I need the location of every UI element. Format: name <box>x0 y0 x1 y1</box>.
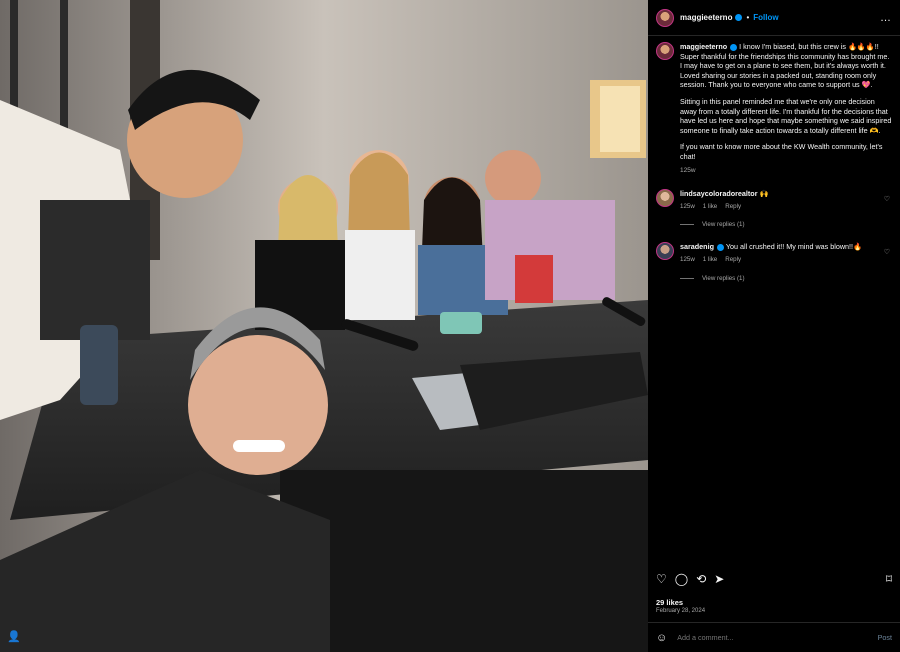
like-icon[interactable]: ♡ <box>656 572 667 586</box>
post-caption: maggieeterno I know I'm biased, but this… <box>656 42 892 175</box>
comment-text: You all crushed it!! My mind was blown!!… <box>723 242 862 252</box>
verified-badge-icon <box>716 243 724 251</box>
comments-section[interactable]: maggieeterno I know I'm biased, but this… <box>648 36 900 576</box>
commenter-avatar[interactable] <box>656 189 674 208</box>
more-options-icon[interactable]: … <box>880 12 892 24</box>
comment-likes[interactable]: 1 like <box>703 202 717 212</box>
caption-author-avatar[interactable] <box>656 42 674 60</box>
selfie-image <box>0 0 648 652</box>
comment-age: 125w <box>680 202 695 210</box>
repost-icon[interactable]: ⟲ <box>696 572 706 586</box>
post-photo[interactable]: 👤 <box>0 0 648 652</box>
comment-item: lindsaycoloradorealtor 🙌 125w 1 like Rep… <box>656 189 892 211</box>
like-comment-icon[interactable]: ♡ <box>884 248 890 256</box>
author-avatar[interactable] <box>656 8 674 27</box>
view-replies-button[interactable]: View replies (1) <box>680 275 892 282</box>
user-tag-icon[interactable]: 👤 <box>6 628 22 644</box>
comment-text: 🙌 <box>757 189 769 199</box>
caption-paragraph-2: Sitting in this panel reminded me that w… <box>680 96 892 135</box>
caption-username[interactable]: maggieeterno <box>680 42 727 51</box>
comment-age: 125w <box>680 255 695 263</box>
verified-badge-icon <box>735 14 743 21</box>
comment-icon[interactable]: ◯ <box>675 572 688 586</box>
commenter-avatar[interactable] <box>656 242 674 261</box>
emoji-picker-icon[interactable]: ☺ <box>656 632 667 644</box>
post-comment-button[interactable]: Post <box>878 633 892 642</box>
commenter-username[interactable]: saradenig <box>680 242 714 251</box>
reply-button[interactable]: Reply <box>725 255 741 265</box>
separator-dot: • <box>746 13 750 22</box>
reply-button[interactable]: Reply <box>725 202 741 212</box>
post-date: February 28, 2024 <box>656 608 706 614</box>
caption-paragraph-3: If you want to know more about the KW We… <box>680 142 883 161</box>
post-header: maggieeterno • Follow … <box>648 0 900 36</box>
follow-button[interactable]: Follow <box>753 13 778 22</box>
save-bookmark-icon[interactable]: ⌑ <box>886 572 892 586</box>
comment-likes[interactable]: 1 like <box>703 255 717 265</box>
post-side-panel: maggieeterno • Follow … maggieeterno I k… <box>648 0 900 652</box>
add-comment-input[interactable] <box>675 632 878 643</box>
likes-count[interactable]: 29 likes <box>656 598 683 607</box>
send-icon[interactable]: ➤ <box>714 572 724 586</box>
author-username[interactable]: maggieeterno <box>680 13 732 22</box>
view-replies-button[interactable]: View replies (1) <box>680 221 892 228</box>
post-actions-bar: ♡ ◯ ⟲ ➤ ⌑ <box>656 572 892 586</box>
comment-item: saradenig You all crushed it!! My mind w… <box>656 242 892 264</box>
caption-age: 125w <box>680 166 696 174</box>
commenter-username[interactable]: lindsaycoloradorealtor <box>680 189 758 198</box>
add-comment-bar: ☺ Post <box>648 622 900 652</box>
like-comment-icon[interactable]: ♡ <box>884 195 890 203</box>
